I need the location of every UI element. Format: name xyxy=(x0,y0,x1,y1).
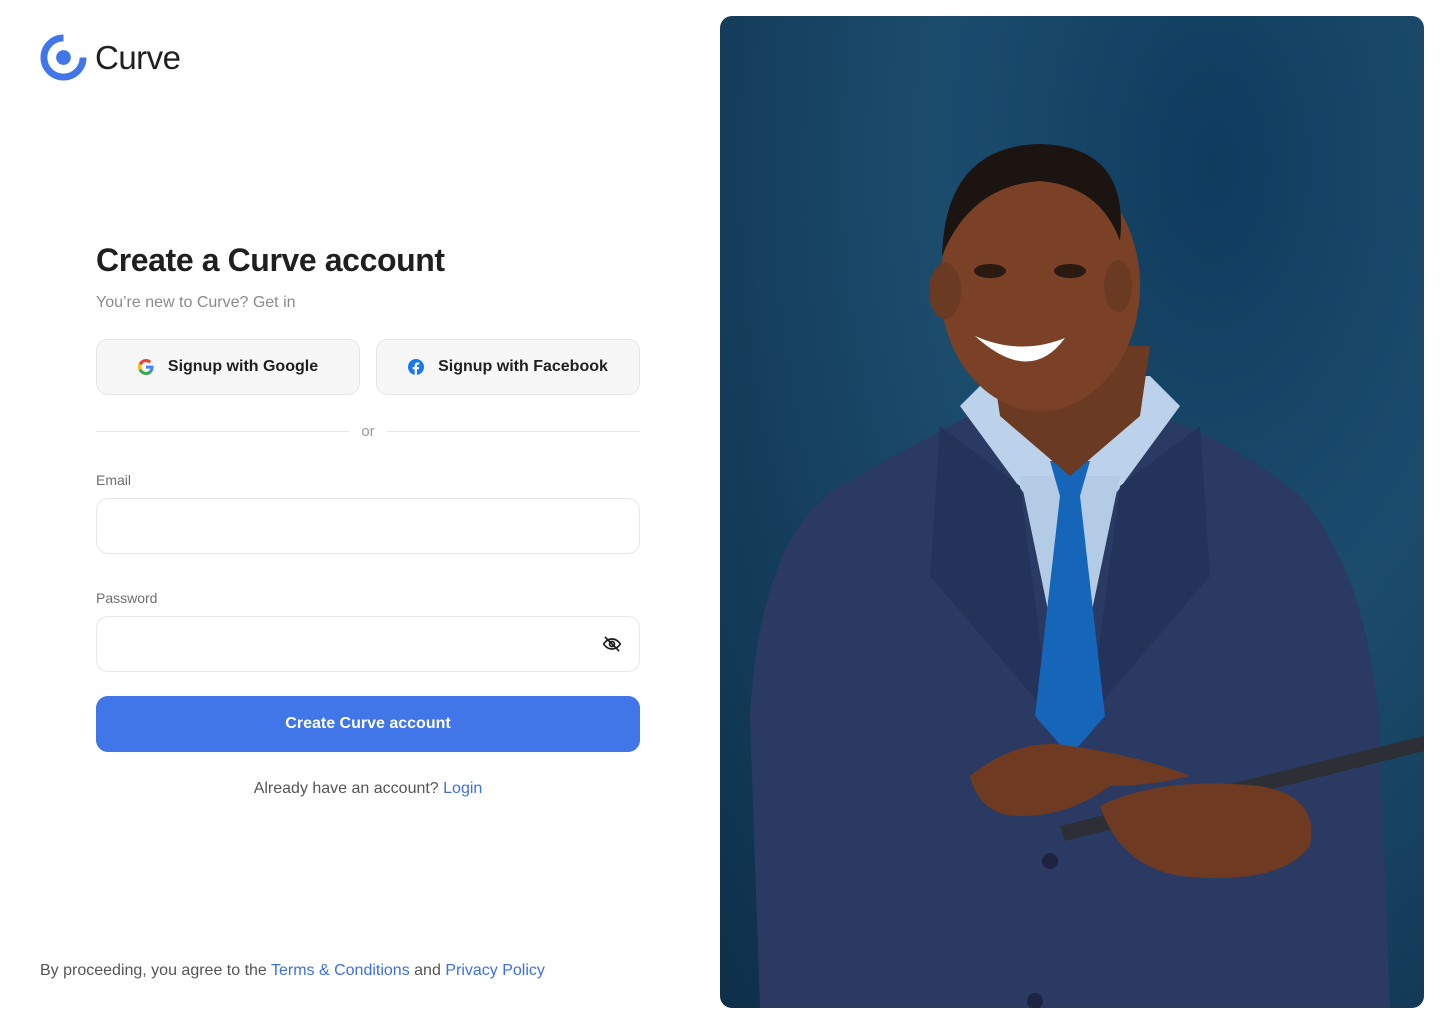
page-title: Create a Curve account xyxy=(96,242,445,278)
email-field[interactable] xyxy=(113,517,623,535)
facebook-icon xyxy=(408,359,425,375)
password-field-box xyxy=(96,616,640,672)
facebook-signup-button[interactable]: Signup with Facebook xyxy=(376,339,640,395)
password-visibility-toggle[interactable] xyxy=(601,633,623,655)
brand-logo[interactable]: Curve xyxy=(40,34,181,81)
create-account-button[interactable]: Create Curve account xyxy=(96,696,640,752)
divider-line-left xyxy=(96,431,350,432)
divider-line-right xyxy=(386,431,640,432)
email-label: Email xyxy=(96,472,132,488)
right-ear xyxy=(1104,260,1132,312)
terms-link[interactable]: Terms & Conditions xyxy=(271,962,410,979)
create-account-label: Create Curve account xyxy=(285,715,451,732)
signup-form: Create a Curve account You’re new to Cur… xyxy=(96,240,640,798)
google-signup-label: Signup with Google xyxy=(167,358,319,375)
eye-off-icon xyxy=(602,636,622,652)
password-field[interactable] xyxy=(113,635,601,653)
or-divider: or xyxy=(96,423,640,440)
brand-name: Curve xyxy=(95,38,181,76)
google-icon xyxy=(137,359,154,375)
legal-footer: By proceeding, you agree to the Terms & … xyxy=(40,962,545,980)
login-prompt-text: Already have an account? xyxy=(253,780,439,797)
divider-text: or xyxy=(361,423,375,440)
login-prompt: Already have an account? Login xyxy=(96,780,640,798)
facebook-signup-label: Signup with Facebook xyxy=(438,358,608,375)
footer-conjunction: and xyxy=(414,962,441,979)
privacy-link[interactable]: Privacy Policy xyxy=(445,962,545,979)
email-field-box xyxy=(96,498,640,554)
footer-prefix: By proceeding, you agree to the xyxy=(40,962,267,979)
curve-logo-icon xyxy=(40,34,87,81)
person-illustration xyxy=(750,144,1424,1008)
google-signup-button[interactable]: Signup with Google xyxy=(96,339,360,395)
page-subtitle: You’re new to Curve? Get in xyxy=(96,294,296,311)
password-label: Password xyxy=(96,590,158,606)
social-signup-row: Signup with Google Signup with Facebook xyxy=(96,339,640,395)
login-link[interactable]: Login xyxy=(443,780,482,797)
left-ear xyxy=(929,263,961,319)
hero-photo xyxy=(720,16,1424,1008)
